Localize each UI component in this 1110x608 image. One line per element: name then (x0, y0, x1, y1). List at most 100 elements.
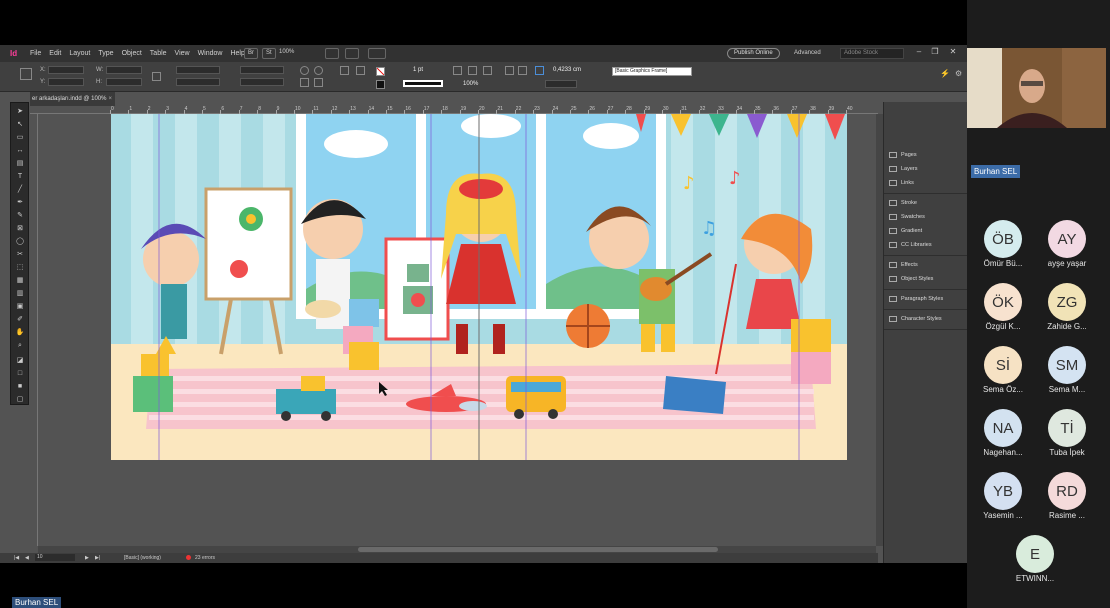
participant-tile[interactable]: ZG Zahide G... (1037, 283, 1097, 331)
align-edge-icon[interactable] (535, 66, 544, 75)
menu-view[interactable]: View (175, 50, 190, 57)
constrain-proportions-icon[interactable] (152, 72, 161, 81)
h-field[interactable] (106, 78, 142, 86)
speaker-video[interactable] (967, 48, 1106, 128)
maximize-icon[interactable]: ❐ (930, 47, 940, 59)
flip-vertical-icon[interactable] (314, 78, 323, 87)
effects-fx-icon[interactable] (483, 66, 492, 75)
screen-mode-icon[interactable] (345, 48, 359, 59)
reference-point-icon[interactable] (20, 68, 32, 80)
free-transform-tool-icon[interactable]: ⬚ (14, 263, 26, 273)
document-tab[interactable]: er arkadaşları.indd @ 100% × (30, 92, 115, 106)
zoom-tool-icon[interactable]: ⌕ (14, 341, 26, 351)
children-illustration[interactable]: ♪ ♫ ♪ (111, 114, 847, 460)
document-page[interactable]: ♪ ♫ ♪ (111, 114, 847, 460)
note-tool-icon[interactable]: ▣ (14, 302, 26, 312)
participant-tile[interactable]: ÖK Özgül K... (973, 283, 1033, 331)
vertical-scrollbar[interactable] (876, 114, 883, 546)
menu-table[interactable]: Table (150, 50, 167, 57)
panel-stroke[interactable]: Stroke (889, 200, 917, 206)
stroke-type-field[interactable] (403, 80, 443, 87)
menu-window[interactable]: Window (198, 50, 223, 57)
gap-tool-icon[interactable]: ↔ (14, 146, 26, 156)
participant-tile[interactable]: SM Sema M... (1037, 346, 1097, 394)
prev-page-icon[interactable]: ◀ (25, 555, 29, 561)
line-tool-icon[interactable]: ╱ (14, 185, 26, 195)
participant-tile[interactable]: Sİ Sema Öz... (973, 346, 1033, 394)
select-container-icon[interactable] (340, 66, 349, 75)
fitting-icon[interactable] (468, 66, 477, 75)
close-tab-icon[interactable]: × (108, 96, 112, 102)
stroke-swatch-icon[interactable] (376, 80, 385, 89)
horizontal-scrollbar[interactable] (38, 546, 876, 553)
zoom-level[interactable]: 100% (276, 48, 297, 59)
panel-swatches[interactable]: Swatches (889, 214, 925, 220)
object-style-field[interactable]: [Basic Graphics Frame] (612, 67, 692, 76)
fill-swatch-icon[interactable] (376, 67, 385, 76)
w-field[interactable] (106, 66, 142, 74)
panel-links[interactable]: Links (889, 180, 914, 186)
menu-edit[interactable]: Edit (49, 50, 61, 57)
control-settings-icon[interactable]: ⚙ (955, 69, 962, 78)
menu-layout[interactable]: Layout (69, 50, 90, 57)
bridge-button[interactable]: Br (244, 48, 258, 59)
arrange-documents-icon[interactable] (368, 48, 386, 59)
gradient-feather-tool-icon[interactable]: ▥ (14, 289, 26, 299)
select-content-icon[interactable] (356, 66, 365, 75)
formatting-affects-icon[interactable]: □ (14, 369, 26, 379)
flip-horizontal-icon[interactable] (300, 78, 309, 87)
last-page-icon[interactable]: ▶| (95, 555, 100, 561)
first-page-icon[interactable]: |◀ (14, 555, 19, 561)
content-collector-icon[interactable]: ▤ (14, 159, 26, 169)
page-number-field[interactable]: 10 (35, 554, 75, 561)
close-icon[interactable]: ✕ (948, 47, 958, 59)
text-wrap-icon[interactable] (453, 66, 462, 75)
participant-tile[interactable]: RD Rasime ... (1037, 472, 1097, 520)
x-field[interactable] (48, 66, 84, 74)
publish-online-button[interactable]: Publish Online (727, 48, 780, 59)
panel-effects[interactable]: Effects (889, 262, 918, 268)
page-tool-icon[interactable]: ▭ (14, 133, 26, 143)
panel-layers[interactable]: Layers (889, 166, 918, 172)
preflight-profile[interactable]: [Basic] (working) (124, 555, 161, 561)
fill-stroke-swatch-icon[interactable]: ◪ (14, 356, 26, 366)
participant-tile[interactable]: ÖB Ömür Bü... (973, 220, 1033, 268)
type-tool-icon[interactable]: T (14, 172, 26, 182)
view-options-icon[interactable] (325, 48, 339, 59)
pen-tool-icon[interactable]: ✒ (14, 198, 26, 208)
panel-pages[interactable]: Pages (889, 152, 917, 158)
stroke-weight-value[interactable]: 1 pt (413, 67, 423, 73)
scale-x-field[interactable] (176, 66, 220, 74)
ellipse-tool-icon[interactable]: ◯ (14, 237, 26, 247)
panel-object-styles[interactable]: Object Styles (889, 276, 933, 282)
participant-tile[interactable]: Tİ Tuba İpek (1037, 409, 1097, 457)
apply-color-icon[interactable]: ■ (14, 382, 26, 392)
horizontal-scroll-thumb[interactable] (358, 547, 718, 552)
participant-tile[interactable]: E ETWINN... (1005, 535, 1065, 583)
preflight-errors[interactable]: 23 errors (195, 555, 215, 561)
align-center-icon[interactable] (518, 66, 527, 75)
scale-y-field[interactable] (176, 78, 220, 86)
dimension-field-2[interactable] (545, 80, 577, 88)
panel-cc-libraries[interactable]: CC Libraries (889, 242, 932, 248)
rotation-field[interactable] (240, 66, 284, 74)
align-left-icon[interactable] (505, 66, 514, 75)
rotate-cw-icon[interactable] (300, 66, 309, 75)
opacity-value[interactable]: 100% (463, 81, 478, 87)
gradient-tool-icon[interactable]: ▦ (14, 276, 26, 286)
screen-mode-tool-icon[interactable]: ▢ (14, 395, 26, 405)
y-field[interactable] (48, 78, 84, 86)
pasteboard[interactable]: ♪ ♫ ♪ (38, 114, 878, 546)
minimize-icon[interactable]: – (914, 47, 924, 59)
panel-paragraph-styles[interactable]: Paragraph Styles (889, 296, 943, 302)
menu-object[interactable]: Object (122, 50, 142, 57)
shear-field[interactable] (240, 78, 284, 86)
workspace-switcher[interactable]: Advanced (794, 50, 821, 56)
panel-gradient[interactable]: Gradient (889, 228, 922, 234)
selection-tool-icon[interactable]: ➤ (14, 107, 26, 117)
participant-tile[interactable]: YB Yasemin ... (973, 472, 1033, 520)
menu-help[interactable]: Help (230, 50, 244, 57)
stock-button[interactable]: St (262, 48, 276, 59)
panel-character-styles[interactable]: Character Styles (889, 316, 942, 322)
rectangle-frame-tool-icon[interactable]: ⊠ (14, 224, 26, 234)
